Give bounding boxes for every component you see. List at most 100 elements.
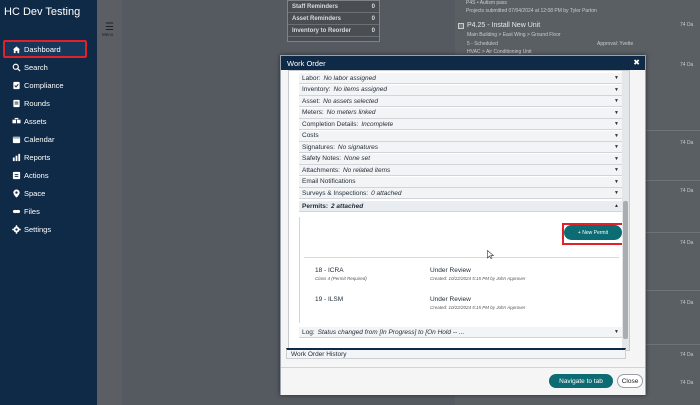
permit-name[interactable]: 19 - ILSM xyxy=(315,296,343,303)
app-title: HC Dev Testing xyxy=(4,6,81,18)
modal-title: Work Order xyxy=(287,58,326,68)
sidebar-item-reports[interactable]: Reports xyxy=(0,148,97,166)
sidebar-item-calendar[interactable]: Calendar xyxy=(0,130,97,148)
section-permits[interactable]: Permits: 2 attached ▲ xyxy=(299,201,625,212)
section-completion-details[interactable]: Completion Details: Incomplete ▼ xyxy=(299,119,625,130)
calendar-icon xyxy=(12,135,21,144)
sidebar-item-label: Reports xyxy=(24,152,51,162)
sidebar-item-space[interactable]: Space xyxy=(0,184,97,202)
sidebar-item-assets[interactable]: Assets xyxy=(0,112,97,130)
home-icon xyxy=(12,45,21,54)
modal-header: Work Order ✖ xyxy=(281,56,645,70)
scrollbar-thumb[interactable] xyxy=(623,201,628,339)
reminder-row-staff[interactable]: Staff Reminders 0 xyxy=(288,1,379,13)
list-item-location: Main Building > East Wing > Ground Floor xyxy=(467,32,561,38)
chevron-down-icon: ▼ xyxy=(614,178,619,185)
mouse-cursor-icon xyxy=(487,250,494,259)
section-safety-notes[interactable]: Safety Notes: None set ▼ xyxy=(299,153,625,165)
day-badge: 74 Da xyxy=(680,300,694,306)
reminder-row-asset[interactable]: Asset Reminders 0 xyxy=(288,13,379,25)
section-signatures[interactable]: Signatures: No signatures ▼ xyxy=(299,142,625,153)
chevron-down-icon: ▼ xyxy=(614,155,619,162)
list-top-line: P4S • Autism pass xyxy=(466,0,507,6)
modal-footer: Navigate to tab Close xyxy=(281,367,645,395)
work-order-history-tab[interactable]: Work Order History xyxy=(286,348,626,359)
chevron-down-icon: ▼ xyxy=(614,144,619,150)
permit-created: Created: 10/22/2024 5:15 PM by John Appr… xyxy=(430,276,526,281)
permits-panel: + New Permit 18 - ICRA Class 4 (Permit R… xyxy=(299,217,628,323)
chevron-up-icon: ▲ xyxy=(614,203,619,209)
gear-icon xyxy=(12,224,21,234)
day-badge: 74 Da xyxy=(680,140,694,146)
menu-column: ☰ Menu xyxy=(97,0,122,405)
list-submitted-line: Projects submitted 07/04/2024 at 12:08 P… xyxy=(466,8,597,14)
chevron-down-icon: ▼ xyxy=(614,132,619,139)
day-badge: 74 Da xyxy=(680,240,694,246)
sidebar-item-rounds[interactable]: Rounds xyxy=(0,94,97,112)
list-item-status: 5 - Scheduled xyxy=(467,41,498,47)
day-badge: 74 Da xyxy=(680,22,694,28)
permit-status: Under Review xyxy=(430,296,471,303)
actions-icon xyxy=(12,171,21,180)
sidebar-item-label: Assets xyxy=(24,116,47,126)
section-labor[interactable]: Labor: No labor assigned ▼ xyxy=(299,73,625,84)
new-permit-button[interactable]: + New Permit xyxy=(564,225,622,240)
chevron-down-icon: ▼ xyxy=(614,121,619,127)
permit-subtitle: Class 4 (Permit Required) xyxy=(315,276,367,281)
day-badge: 74 Da xyxy=(680,380,694,386)
rounds-icon xyxy=(12,99,21,108)
panel-divider xyxy=(304,257,619,258)
list-item-checkbox[interactable] xyxy=(458,23,464,29)
sidebar-item-search[interactable]: Search xyxy=(0,58,97,76)
close-button[interactable]: Close xyxy=(617,374,643,388)
day-badge: 74 Da xyxy=(680,352,694,358)
sidebar-item-settings[interactable]: Settings xyxy=(0,220,97,238)
section-log[interactable]: Log: Status changed from [In Progress] to… xyxy=(299,327,625,338)
section-attachments[interactable]: Attachments: No related items ▼ xyxy=(299,165,625,176)
permit-status: Under Review xyxy=(430,267,471,274)
sidebar-item-files[interactable]: Files xyxy=(0,202,97,220)
chevron-down-icon: ▼ xyxy=(614,329,619,335)
sidebar-item-label: Rounds xyxy=(24,98,50,108)
work-order-modal: Work Order ✖ Labor: No labor assigned ▼ I… xyxy=(280,55,646,395)
compliance-icon xyxy=(12,81,21,90)
assets-icon xyxy=(12,117,21,126)
section-meters[interactable]: Meters: No meters linked ▼ xyxy=(299,107,625,119)
sidebar-item-label: Dashboard xyxy=(24,44,61,54)
search-icon xyxy=(12,63,21,72)
menu-label: Menu xyxy=(102,32,114,37)
sidebar-item-compliance[interactable]: Compliance xyxy=(0,76,97,94)
space-icon xyxy=(12,188,21,198)
section-inventory[interactable]: Inventory: No items assigned ▼ xyxy=(299,84,625,96)
chevron-down-icon: ▼ xyxy=(614,190,619,196)
sidebar-item-label: Space xyxy=(24,188,46,198)
sidebar-item-actions[interactable]: Actions xyxy=(0,166,97,184)
scrollbar[interactable] xyxy=(622,71,629,350)
close-icon[interactable]: ✖ xyxy=(633,58,640,67)
modal-body: Labor: No labor assigned ▼ Inventory: No i… xyxy=(288,70,630,351)
sidebar: HC Dev Testing Dashboard Search Complian… xyxy=(0,0,97,405)
chevron-down-icon: ▼ xyxy=(614,86,619,93)
list-item-approval: Approval: Yvette xyxy=(597,41,634,47)
reports-icon xyxy=(12,153,21,162)
chevron-down-icon: ▼ xyxy=(614,98,619,104)
section-surveys-inspections[interactable]: Surveys & Inspections: 0 attached ▼ xyxy=(299,188,625,199)
section-email-notifications[interactable]: Email Notifications ▼ xyxy=(299,176,625,188)
reminder-row-inventory[interactable]: Inventory to Reorder 0 xyxy=(288,25,379,37)
sidebar-item-label: Compliance xyxy=(24,80,64,90)
list-item-title[interactable]: P4.25 - Install New Unit xyxy=(467,22,540,29)
permit-name[interactable]: 18 - ICRA xyxy=(315,267,344,274)
chevron-down-icon: ▼ xyxy=(614,167,619,173)
files-icon xyxy=(12,207,21,216)
day-badge: 74 Da xyxy=(680,62,694,68)
chevron-down-icon: ▼ xyxy=(614,109,619,116)
sidebar-item-dashboard[interactable]: Dashboard xyxy=(3,40,87,58)
section-asset[interactable]: Asset: No assets selected ▼ xyxy=(299,96,625,107)
sidebar-item-label: Calendar xyxy=(24,134,55,144)
section-costs[interactable]: Costs ▼ xyxy=(299,130,625,142)
sidebar-item-label: Actions xyxy=(24,170,49,180)
sidebar-item-label: Files xyxy=(24,206,40,216)
navigate-to-tab-button[interactable]: Navigate to tab xyxy=(549,374,613,388)
sidebar-item-label: Search xyxy=(24,62,48,72)
permit-created: Created: 10/22/2024 5:15 PM by John Appr… xyxy=(430,305,526,310)
